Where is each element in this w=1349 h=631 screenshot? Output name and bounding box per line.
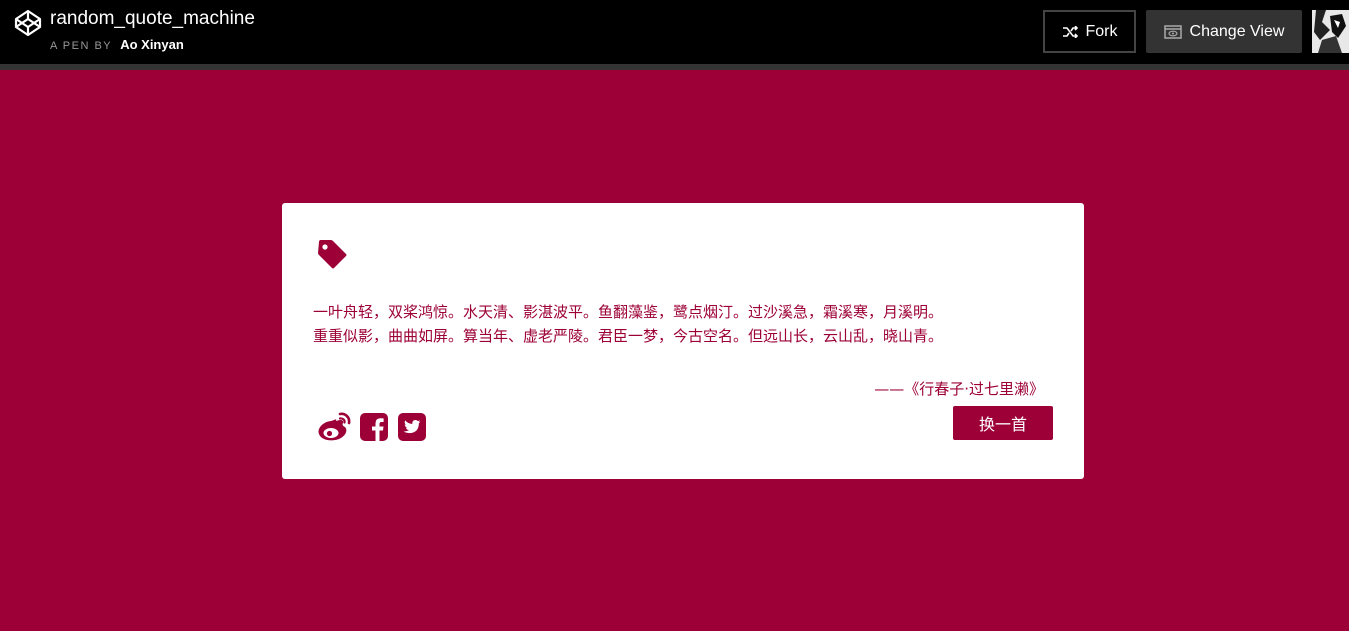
quote-line-1: 一叶舟轻，双桨鸿惊。水天清、影湛波平。鱼翻藻鉴，鹭点烟汀。过沙溪急，霜溪寒，月溪… <box>313 303 944 321</box>
header-divider <box>0 64 1349 70</box>
author-link[interactable]: Ao Xinyan <box>120 37 184 52</box>
twitter-icon[interactable] <box>398 412 426 442</box>
new-quote-button[interactable]: 换一首 <box>953 406 1053 440</box>
quote-card: 一叶舟轻，双桨鸿惊。水天清、影湛波平。鱼翻藻鉴，鹭点烟汀。过沙溪急，霜溪寒，月溪… <box>282 203 1084 479</box>
pen-by-label: A PEN BY <box>50 40 113 52</box>
codepen-logo-icon[interactable] <box>14 9 42 37</box>
fork-label: Fork <box>1085 22 1118 40</box>
codepen-header: random_quote_machine A PEN BY Ao Xinyan … <box>0 0 1349 64</box>
pen-byline: A PEN BY Ao Xinyan <box>50 38 184 53</box>
quote-line-2: 重重似影，曲曲如屏。算当年、虚老严陵。君臣一梦，今古空名。但远山长，云山乱，晓山… <box>313 327 944 345</box>
fork-icon <box>1062 25 1078 38</box>
user-avatar[interactable] <box>1312 10 1349 53</box>
pen-title: random_quote_machine <box>50 8 255 29</box>
tag-icon <box>318 240 347 269</box>
weibo-icon[interactable] <box>317 412 351 442</box>
fork-button[interactable]: Fork <box>1043 10 1136 53</box>
quote-author: ——《行春子·过七里濑》 <box>874 380 1044 398</box>
quote-text: 一叶舟轻，双桨鸿惊。水天清、影湛波平。鱼翻藻鉴，鹭点烟汀。过沙溪急，霜溪寒，月溪… <box>313 300 1053 348</box>
change-view-button[interactable]: Change View <box>1146 10 1302 53</box>
change-view-label: Change View <box>1189 22 1285 40</box>
view-icon <box>1163 24 1182 39</box>
facebook-icon[interactable] <box>360 412 388 442</box>
